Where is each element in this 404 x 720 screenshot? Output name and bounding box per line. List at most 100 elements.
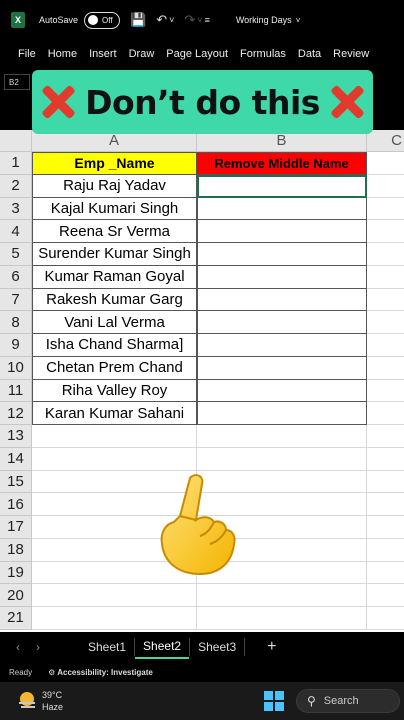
windows-start-icon[interactable] <box>264 691 284 711</box>
empty-cell[interactable] <box>197 607 367 630</box>
result-cell[interactable] <box>197 402 367 425</box>
row-header-15[interactable]: 15 <box>0 470 32 494</box>
row-header-20[interactable]: 20 <box>0 584 32 607</box>
cell-c8[interactable] <box>367 311 404 334</box>
name-cell[interactable]: Karan Kumar Sahani <box>32 402 197 425</box>
row-header-3[interactable]: 3 <box>0 197 32 221</box>
cell-c5[interactable] <box>367 243 404 266</box>
row-header-21[interactable]: 21 <box>0 607 32 630</box>
name-cell[interactable]: Kumar Raman Goyal <box>32 265 197 289</box>
tab-draw[interactable]: Draw <box>129 48 155 60</box>
cell-c11[interactable] <box>367 380 404 403</box>
undo-dropdown-icon[interactable]: ˅ <box>169 15 174 25</box>
empty-cell[interactable] <box>367 425 404 448</box>
row-header-13[interactable]: 13 <box>0 425 32 448</box>
result-cell[interactable] <box>197 243 367 266</box>
header-cell-emp-name[interactable]: Emp _Name <box>32 152 197 175</box>
cell-c10[interactable] <box>367 357 404 380</box>
empty-cell[interactable] <box>367 471 404 494</box>
name-cell[interactable]: Vani Lal Verma <box>32 311 197 334</box>
row-header-19[interactable]: 19 <box>0 561 32 585</box>
row-header-1[interactable]: 1 <box>0 152 32 175</box>
row-header-10[interactable]: 10 <box>0 356 32 380</box>
result-cell[interactable] <box>197 379 367 403</box>
cell-c9[interactable] <box>367 334 404 357</box>
tab-formulas[interactable]: Formulas <box>240 48 286 60</box>
cell-c4[interactable] <box>367 220 404 243</box>
row-header-7[interactable]: 7 <box>0 288 32 312</box>
cell-c1[interactable] <box>367 152 404 175</box>
name-box[interactable]: B2 <box>4 74 30 90</box>
row-header-8[interactable]: 8 <box>0 311 32 334</box>
tab-page-layout[interactable]: Page Layout <box>166 48 228 60</box>
name-cell[interactable]: Reena Sr Verma <box>32 220 197 243</box>
empty-cell[interactable] <box>197 447 367 471</box>
autosave-toggle[interactable]: Off <box>84 11 121 29</box>
result-cell[interactable] <box>197 311 367 334</box>
empty-cell[interactable] <box>367 493 404 516</box>
empty-cell[interactable] <box>32 607 197 630</box>
row-header-16[interactable]: 16 <box>0 493 32 516</box>
sheet-tab-sheet1[interactable]: Sheet1 <box>80 635 134 659</box>
empty-cell[interactable] <box>32 447 197 471</box>
tab-home[interactable]: Home <box>48 48 77 60</box>
row-header-9[interactable]: 9 <box>0 334 32 357</box>
redo-dropdown-icon[interactable]: ˅ <box>197 15 202 25</box>
header-cell-remove-middle-name[interactable]: Remove Middle Name <box>197 152 367 175</box>
name-cell[interactable]: Kajal Kumari Singh <box>32 197 197 221</box>
accessibility-status[interactable]: ⚙ Accessibility: Investigate <box>48 668 153 677</box>
row-header-2[interactable]: 2 <box>0 174 32 198</box>
taskbar-search[interactable]: ⚲ Search <box>296 689 400 713</box>
empty-cell[interactable] <box>367 539 404 562</box>
empty-cell[interactable] <box>32 425 197 448</box>
name-cell[interactable]: Chetan Prem Chand <box>32 356 197 380</box>
empty-cell[interactable] <box>32 584 197 607</box>
sheet-tab-sheet3[interactable]: Sheet3 <box>190 635 244 659</box>
cell-c3[interactable] <box>367 198 404 221</box>
row-header-5[interactable]: 5 <box>0 243 32 266</box>
empty-cell[interactable] <box>197 584 367 607</box>
sheet-tab-sheet2[interactable]: Sheet2 <box>135 635 190 659</box>
row-header-11[interactable]: 11 <box>0 379 32 403</box>
result-cell[interactable] <box>197 174 367 198</box>
tab-insert[interactable]: Insert <box>89 48 117 60</box>
result-cell[interactable] <box>197 288 367 312</box>
result-cell[interactable] <box>197 356 367 380</box>
document-title[interactable]: Working Days ˅ <box>236 15 301 25</box>
name-cell[interactable]: Riha Valley Roy <box>32 379 197 403</box>
chevron-right-icon[interactable]: › <box>36 640 40 654</box>
chevron-left-icon[interactable]: ‹ <box>16 640 20 654</box>
row-header-4[interactable]: 4 <box>0 220 32 243</box>
select-all-corner[interactable] <box>0 130 32 152</box>
tab-review[interactable]: Review <box>333 48 369 60</box>
empty-cell[interactable] <box>367 448 404 471</box>
empty-cell[interactable] <box>197 425 367 448</box>
result-cell[interactable] <box>197 265 367 289</box>
name-cell[interactable]: Surender Kumar Singh <box>32 243 197 266</box>
redo-icon[interactable]: ↷ <box>184 12 195 28</box>
row-header-18[interactable]: 18 <box>0 538 32 562</box>
add-sheet-button[interactable]: + <box>267 638 276 656</box>
result-cell[interactable] <box>197 197 367 221</box>
row-header-17[interactable]: 17 <box>0 516 32 539</box>
name-cell[interactable]: Rakesh Kumar Garg <box>32 288 197 312</box>
cell-c2[interactable] <box>367 175 404 198</box>
column-header-c[interactable]: C <box>367 130 404 152</box>
undo-icon[interactable]: ↶ <box>156 12 167 28</box>
row-header-6[interactable]: 6 <box>0 265 32 289</box>
cell-c7[interactable] <box>367 289 404 312</box>
empty-cell[interactable] <box>367 607 404 630</box>
row-header-12[interactable]: 12 <box>0 402 32 425</box>
save-icon[interactable]: 💾 <box>130 12 146 28</box>
tab-file[interactable]: File <box>18 48 36 60</box>
empty-cell[interactable] <box>367 516 404 539</box>
cell-c6[interactable] <box>367 266 404 289</box>
name-cell[interactable]: Raju Raj Yadav <box>32 174 197 198</box>
empty-cell[interactable] <box>367 584 404 607</box>
result-cell[interactable] <box>197 220 367 243</box>
name-cell[interactable]: Isha Chand Sharma] <box>32 334 197 357</box>
customize-toolbar-icon[interactable]: ≡ <box>205 15 210 25</box>
row-header-14[interactable]: 14 <box>0 447 32 471</box>
weather-widget[interactable]: 39°C Haze <box>42 689 63 713</box>
empty-cell[interactable] <box>367 562 404 585</box>
